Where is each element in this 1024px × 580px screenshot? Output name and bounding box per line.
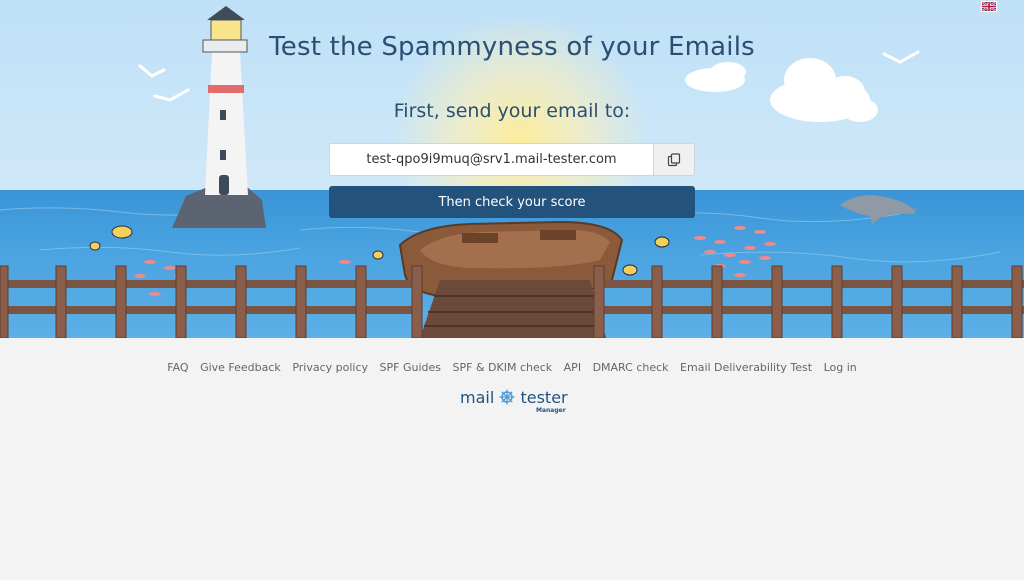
footer-link-api[interactable]: API bbox=[564, 361, 581, 374]
copy-button[interactable] bbox=[653, 144, 694, 175]
copy-icon bbox=[667, 152, 681, 166]
logo-subtitle: Manager bbox=[536, 407, 566, 414]
footer-link-give-feedback[interactable]: Give Feedback bbox=[200, 361, 281, 374]
check-score-button[interactable]: Then check your score bbox=[329, 186, 695, 218]
footer-link-spf-dkim-check[interactable]: SPF & DKIM check bbox=[453, 361, 553, 374]
footer-link-email-deliverability-test[interactable]: Email Deliverability Test bbox=[680, 361, 812, 374]
footer-link-privacy-policy[interactable]: Privacy policy bbox=[292, 361, 368, 374]
lighthouse-roof bbox=[207, 6, 245, 20]
pier-walkway bbox=[420, 280, 606, 338]
uk-flag-icon bbox=[982, 2, 996, 11]
footer-link-spf-guides[interactable]: SPF Guides bbox=[380, 361, 441, 374]
instructions-subtitle: First, send your email to: bbox=[393, 100, 631, 122]
lighthouse-stripe bbox=[208, 85, 244, 93]
logo-word-tester: tester bbox=[520, 388, 568, 407]
mail-tester-logo[interactable]: mail tester Manager bbox=[460, 388, 570, 418]
lighthouse-tower bbox=[205, 52, 248, 195]
logo-word-mail: mail bbox=[460, 388, 495, 407]
hero-banner: Test the Spammyness of your Emails First… bbox=[0, 0, 1024, 338]
footer-link-log-in[interactable]: Log in bbox=[824, 361, 857, 374]
email-address-field[interactable] bbox=[330, 144, 653, 175]
footer-links: FAQ Give Feedback Privacy policy SPF Gui… bbox=[0, 361, 1024, 374]
page-title: Test the Spammyness of your Emails bbox=[269, 32, 755, 62]
footer-link-faq[interactable]: FAQ bbox=[167, 361, 188, 374]
footer-link-dmarc-check[interactable]: DMARC check bbox=[593, 361, 669, 374]
email-address-group bbox=[329, 143, 695, 176]
language-selector[interactable] bbox=[980, 0, 998, 13]
ship-wheel-icon bbox=[499, 389, 515, 405]
